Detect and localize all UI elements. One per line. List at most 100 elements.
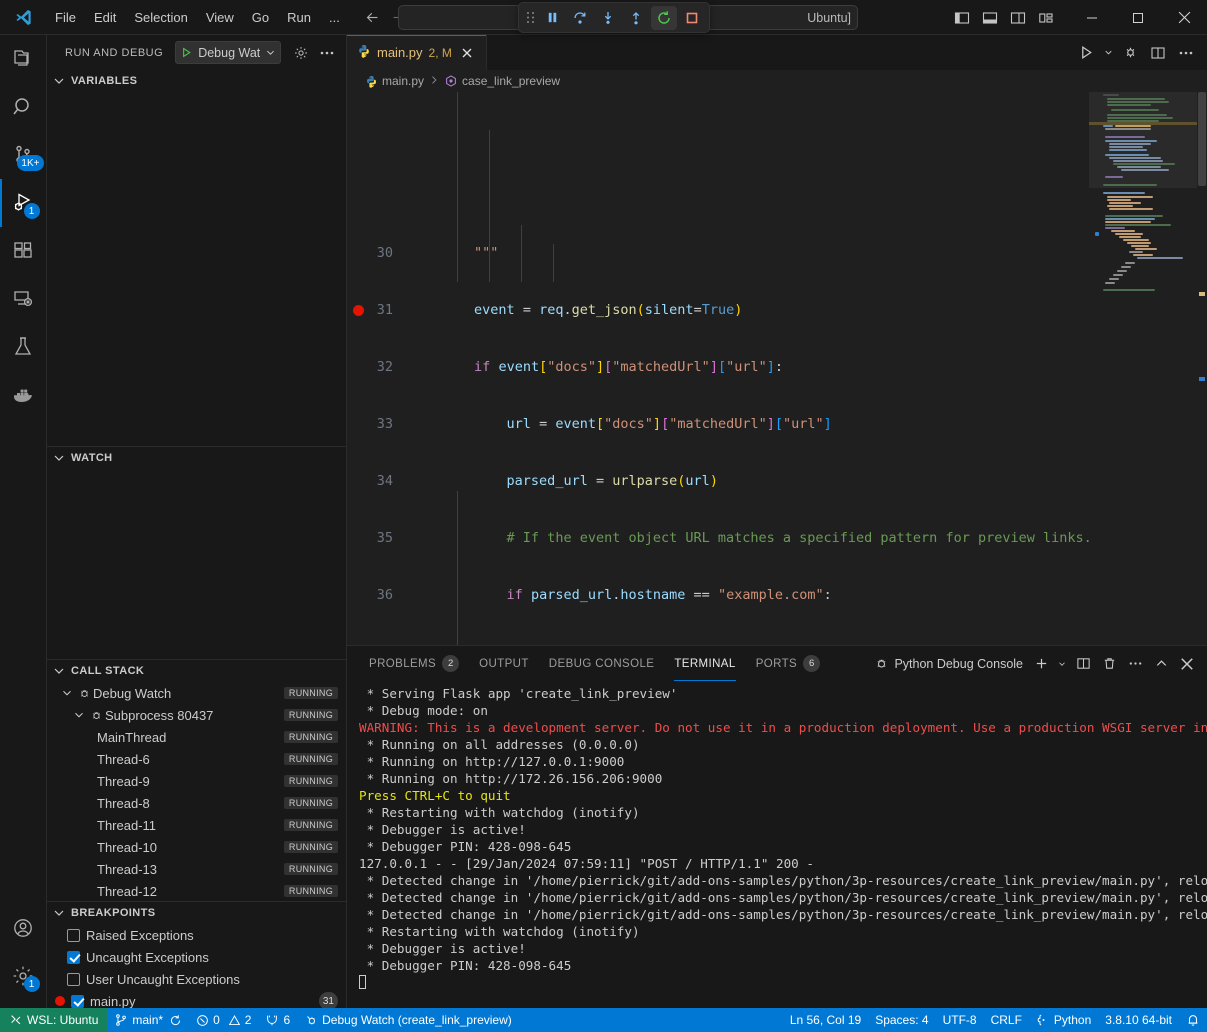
chevron-down-icon[interactable] <box>59 686 75 700</box>
run-dropdown-icon[interactable] <box>1101 40 1115 66</box>
activity-run-and-debug[interactable]: 1 <box>0 179 47 227</box>
activity-search[interactable] <box>0 83 47 131</box>
debug-toolbar-grip-icon[interactable] <box>523 10 537 25</box>
menu-selection[interactable]: Selection <box>125 7 196 28</box>
open-launch-settings-icon[interactable] <box>290 42 312 64</box>
breakpoint-item[interactable]: User Uncaught Exceptions <box>47 968 346 990</box>
new-terminal-icon[interactable] <box>1029 652 1053 676</box>
breakpoint-dot-icon[interactable] <box>353 305 364 316</box>
breadcrumb-symbol[interactable]: case_link_preview <box>444 74 560 88</box>
editor-vertical-scrollbar[interactable] <box>1197 92 1207 645</box>
status-eol[interactable]: CRLF <box>984 1008 1029 1032</box>
activity-extensions[interactable] <box>0 227 47 275</box>
menu-go[interactable]: Go <box>243 7 278 28</box>
breakpoint-checkbox[interactable] <box>67 951 80 964</box>
split-debug-icon[interactable] <box>1117 40 1143 66</box>
window-maximize-button[interactable] <box>1115 0 1161 35</box>
close-panel-icon[interactable] <box>1175 652 1199 676</box>
call-stack-thread[interactable]: Thread-13 RUNNING <box>47 858 346 880</box>
debug-configuration-dropdown[interactable]: Debug Wat <box>175 41 281 64</box>
customize-layout-icon[interactable] <box>1033 6 1059 30</box>
chevron-down-icon[interactable] <box>71 708 87 722</box>
breakpoint-checkbox[interactable] <box>67 929 80 942</box>
call-stack-thread[interactable]: Thread-6 RUNNING <box>47 748 346 770</box>
kill-terminal-icon[interactable] <box>1097 652 1121 676</box>
run-python-file-icon[interactable] <box>1073 40 1099 66</box>
breadcrumb-file[interactable]: main.py <box>365 74 424 88</box>
split-terminal-icon[interactable] <box>1071 652 1095 676</box>
status-indentation[interactable]: Spaces: 4 <box>868 1008 935 1032</box>
menu-more[interactable]: ... <box>320 7 349 28</box>
breakpoint-checkbox[interactable] <box>71 995 84 1008</box>
call-stack-pane-header[interactable]: CALL STACK <box>47 660 346 682</box>
debug-step-over-button[interactable] <box>567 6 593 30</box>
window-minimize-button[interactable] <box>1069 0 1115 35</box>
debug-pause-button[interactable] <box>539 6 565 30</box>
go-back-icon[interactable] <box>363 7 383 27</box>
breakpoint-item[interactable]: Uncaught Exceptions <box>47 946 346 968</box>
activity-explorer[interactable] <box>0 35 47 83</box>
status-interpreter-version[interactable]: 3.8.10 64-bit <box>1098 1008 1179 1032</box>
menu-run[interactable]: Run <box>278 7 320 28</box>
menu-file[interactable]: File <box>46 7 85 28</box>
tab-main-py[interactable]: main.py 2, M <box>347 35 487 70</box>
sidebar-more-actions-icon[interactable] <box>316 42 338 64</box>
activity-settings[interactable]: 1 <box>0 952 47 1000</box>
call-stack-thread[interactable]: Thread-11 RUNNING <box>47 814 346 836</box>
terminal-dropdown-icon[interactable] <box>1055 652 1069 676</box>
menu-view[interactable]: View <box>197 7 243 28</box>
active-terminal-selector[interactable]: Python Debug Console <box>874 656 1027 671</box>
status-cursor-position[interactable]: Ln 56, Col 19 <box>783 1008 868 1032</box>
toggle-panel-icon[interactable] <box>977 6 1003 30</box>
call-stack-thread[interactable]: Thread-9 RUNNING <box>47 770 346 792</box>
call-stack-thread[interactable]: Thread-12 RUNNING <box>47 880 346 901</box>
activity-testing[interactable] <box>0 323 47 371</box>
activity-docker[interactable] <box>0 371 47 419</box>
status-problems[interactable]: 0 2 <box>189 1008 258 1032</box>
panel-tab-output[interactable]: OUTPUT <box>469 646 539 681</box>
call-stack-subprocess[interactable]: Subprocess 80437 RUNNING <box>47 704 346 726</box>
status-remote-indicator[interactable]: WSL: Ubuntu <box>0 1008 107 1032</box>
variables-pane-header[interactable]: VARIABLES <box>47 70 346 92</box>
maximize-panel-icon[interactable] <box>1149 652 1173 676</box>
watch-pane-header[interactable]: WATCH <box>47 447 346 469</box>
panel-tab-terminal[interactable]: TERMINAL <box>664 646 745 681</box>
editor-more-actions-icon[interactable] <box>1173 40 1199 66</box>
status-notifications[interactable] <box>1179 1008 1207 1032</box>
terminal-output[interactable]: * Serving Flask app 'create_link_preview… <box>347 681 1207 1008</box>
call-stack-session[interactable]: Debug Watch RUNNING <box>47 682 346 704</box>
breakpoints-pane-header[interactable]: BREAKPOINTS <box>47 902 346 924</box>
breakpoint-item[interactable]: Raised Exceptions <box>47 924 346 946</box>
call-stack-thread[interactable]: MainThread RUNNING <box>47 726 346 748</box>
menu-edit[interactable]: Edit <box>85 7 125 28</box>
debug-restart-button[interactable] <box>651 6 677 30</box>
toggle-secondary-sidebar-icon[interactable] <box>1005 6 1031 30</box>
activity-remote-explorer[interactable] <box>0 275 47 323</box>
split-editor-icon[interactable] <box>1145 40 1171 66</box>
breakpoint-checkbox[interactable] <box>67 973 80 986</box>
window-close-button[interactable] <box>1161 0 1207 35</box>
status-encoding[interactable]: UTF-8 <box>936 1008 984 1032</box>
gutter-breakpoint[interactable] <box>347 305 369 316</box>
editor-scrollbar-thumb[interactable] <box>1198 92 1206 186</box>
status-language-mode[interactable]: Python <box>1029 1008 1098 1032</box>
minimap[interactable] <box>1089 92 1197 645</box>
status-ports[interactable]: 6 <box>258 1008 297 1032</box>
call-stack-thread[interactable]: Thread-10 RUNNING <box>47 836 346 858</box>
panel-tab-ports[interactable]: PORTS 6 <box>746 646 830 681</box>
debug-stop-button[interactable] <box>679 6 705 30</box>
debug-step-out-button[interactable] <box>623 6 649 30</box>
activity-accounts[interactable] <box>0 904 47 952</box>
activity-source-control[interactable]: 1K+ <box>0 131 47 179</box>
breakpoint-item-file[interactable]: main.py 31 <box>47 990 346 1008</box>
panel-more-actions-icon[interactable] <box>1123 652 1147 676</box>
call-stack-thread[interactable]: Thread-8 RUNNING <box>47 792 346 814</box>
status-branch[interactable]: main* <box>107 1008 189 1032</box>
tab-close-icon[interactable] <box>458 44 476 62</box>
panel-tab-debug-console[interactable]: DEBUG CONSOLE <box>539 646 665 681</box>
code-scroll-area[interactable]: 30 """ 31 event = req.get_json(silent=Tr… <box>347 92 1089 645</box>
panel-tab-problems[interactable]: PROBLEMS 2 <box>359 646 469 681</box>
code-editor[interactable]: 30 """ 31 event = req.get_json(silent=Tr… <box>347 92 1207 645</box>
toggle-primary-sidebar-icon[interactable] <box>949 6 975 30</box>
debug-step-into-button[interactable] <box>595 6 621 30</box>
